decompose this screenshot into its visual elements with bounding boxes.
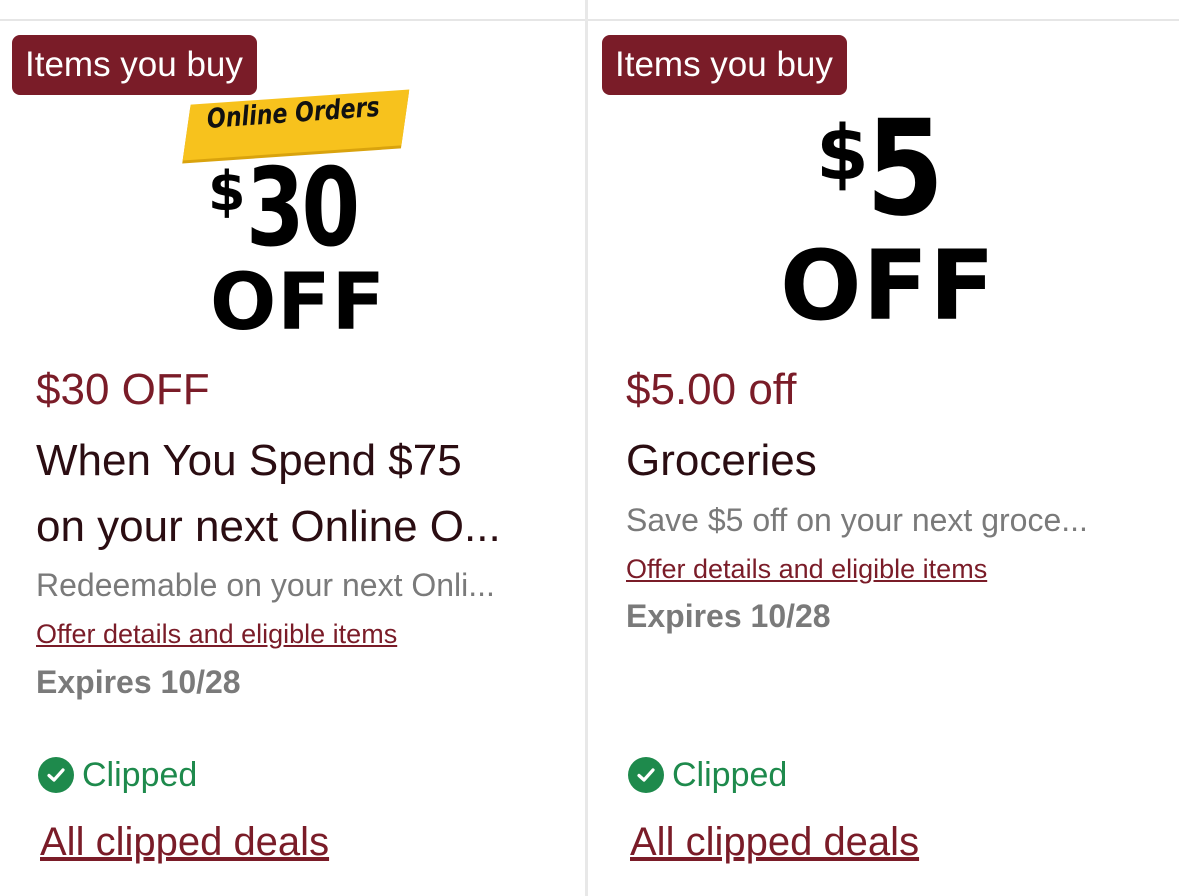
hero-off: OFF <box>210 258 386 348</box>
deal-price: $5.00 off <box>626 365 797 414</box>
clipped-status: Clipped <box>38 755 197 795</box>
deal-description: Save $5 off on your next groce... <box>626 502 1088 538</box>
items-you-buy-badge: Items you buy <box>12 35 257 95</box>
all-clipped-deals-link[interactable]: All clipped deals <box>630 820 919 865</box>
offer-details-link[interactable]: Offer details and eligible items <box>626 554 987 585</box>
deal-title: Groceries <box>626 436 817 485</box>
expiry-date: Expires 10/28 <box>36 664 241 700</box>
items-you-buy-badge: Items you buy <box>602 35 847 95</box>
hero-off: OFF <box>780 230 996 342</box>
deal-title-line-1: When You Spend $75 <box>36 436 462 485</box>
deal-card-groceries[interactable]: Items you buy $ 5 OFF $5.00 off Grocerie… <box>588 0 1179 896</box>
offer-details-link[interactable]: Offer details and eligible items <box>36 619 397 650</box>
clipped-status: Clipped <box>628 755 787 795</box>
deal-card-online-orders[interactable]: Items you buy Online Orders $ 30 OFF $30… <box>0 0 585 896</box>
hero-dollar-sign: $ <box>816 108 869 197</box>
hero-amount: 30 <box>246 146 360 271</box>
check-circle-icon <box>628 757 664 793</box>
clipped-label: Clipped <box>82 755 198 794</box>
check-circle-icon <box>38 757 74 793</box>
deal-price: $30 OFF <box>36 365 210 414</box>
clipped-label: Clipped <box>672 755 788 794</box>
deal-description: Redeemable on your next Onli... <box>36 567 495 603</box>
expiry-date: Expires 10/28 <box>626 598 831 634</box>
deal-title-line-2: on your next Online O... <box>36 502 501 551</box>
hero-dollar-sign: $ <box>208 160 246 223</box>
hero-amount: 5 <box>866 92 944 246</box>
all-clipped-deals-link[interactable]: All clipped deals <box>40 820 329 865</box>
